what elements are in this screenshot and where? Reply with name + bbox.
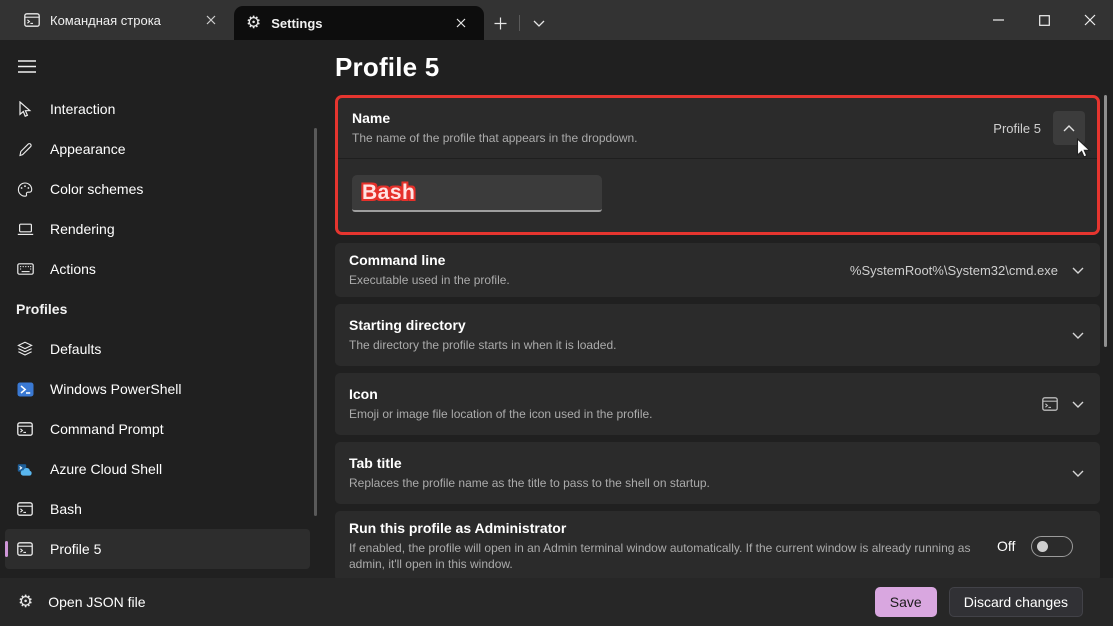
body: Interaction Appearance Color — [0, 40, 1113, 626]
sidebar-item-windows-powershell[interactable]: Windows PowerShell — [5, 369, 310, 409]
sidebar-item-rendering[interactable]: Rendering — [5, 209, 310, 249]
cmd-window-icon — [16, 542, 34, 556]
setting-label: Run this profile as Administrator — [349, 520, 997, 536]
sidebar-item-label: Interaction — [50, 101, 115, 117]
save-button[interactable]: Save — [875, 587, 937, 617]
setting-label: Tab title — [349, 455, 1072, 471]
tab-label: Командная строка — [50, 13, 188, 28]
sidebar-item-label: Command Prompt — [50, 421, 164, 437]
close-window-button[interactable] — [1067, 0, 1113, 40]
collapse-expander-button[interactable] — [1053, 111, 1085, 145]
sidebar-item-interaction[interactable]: Interaction — [5, 89, 310, 129]
palette-icon — [16, 182, 34, 197]
monitor-icon — [16, 222, 34, 236]
setting-description: Emoji or image file location of the icon… — [349, 406, 1042, 422]
sidebar-item-label: Azure Cloud Shell — [50, 461, 162, 477]
name-setting-card-highlighted: Name The name of the profile that appear… — [335, 95, 1100, 235]
sidebar-item-actions[interactable]: Actions — [5, 249, 310, 289]
sidebar-item-label: Windows PowerShell — [50, 381, 182, 397]
powershell-icon — [16, 382, 34, 397]
footer-bar: ⚙ Open JSON file Save Discard changes — [0, 578, 1113, 626]
chevron-down-icon[interactable] — [1072, 267, 1084, 274]
setting-description: The name of the profile that appears in … — [352, 130, 993, 146]
profiles-section-header: Profiles — [0, 289, 320, 329]
azure-cloud-icon — [16, 462, 34, 477]
sidebar-item-bash[interactable]: Bash — [5, 489, 310, 529]
sidebar-item-label: Appearance — [50, 141, 126, 157]
setting-row-icon[interactable]: Icon Emoji or image file location of the… — [335, 373, 1100, 435]
selection-indicator — [5, 541, 8, 557]
chevron-down-icon[interactable] — [1072, 401, 1084, 408]
sidebar-item-azure-cloud-shell[interactable]: Azure Cloud Shell — [5, 449, 310, 489]
setting-label: Icon — [349, 386, 1042, 402]
layers-icon — [16, 341, 34, 357]
sidebar-item-label: Profile 5 — [50, 541, 101, 557]
setting-row-command-line[interactable]: Command line Executable used in the prof… — [335, 243, 1100, 297]
hamburger-menu-button[interactable] — [8, 48, 46, 84]
pointer-icon — [16, 101, 34, 118]
keyboard-icon — [16, 263, 34, 275]
icon-preview-cmd-icon — [1042, 397, 1058, 411]
setting-current-value: Profile 5 — [993, 121, 1041, 136]
pen-icon — [16, 142, 34, 157]
sidebar-nav: Interaction Appearance Color — [0, 89, 320, 569]
sidebar-item-appearance[interactable]: Appearance — [5, 129, 310, 169]
name-expander-header[interactable]: Name The name of the profile that appear… — [338, 98, 1097, 158]
tab-strip: Командная строка ⚙ Settings — [0, 0, 975, 40]
windows-terminal-settings-window: Командная строка ⚙ Settings — [0, 0, 1113, 626]
tab-label: Settings — [271, 16, 438, 31]
setting-description: Executable used in the profile. — [349, 272, 850, 288]
typed-text-annotation: Bash — [362, 181, 415, 205]
title-bar: Командная строка ⚙ Settings — [0, 0, 1113, 40]
content-scrollbar[interactable] — [1104, 95, 1107, 347]
sidebar-item-label: Rendering — [50, 221, 115, 237]
cmd-window-icon — [16, 502, 34, 516]
settings-sidebar: Interaction Appearance Color — [0, 40, 320, 626]
tab-command-prompt[interactable]: Командная строка — [12, 0, 234, 40]
profile-dropdown-button[interactable] — [525, 10, 553, 36]
new-tab-button[interactable] — [486, 10, 514, 36]
maximize-button[interactable] — [1021, 0, 1067, 40]
sidebar-item-label: Actions — [50, 261, 96, 277]
setting-row-starting-directory[interactable]: Starting directory The directory the pro… — [335, 304, 1100, 366]
open-json-file-label: Open JSON file — [48, 594, 145, 610]
sidebar-scrollbar[interactable] — [314, 128, 317, 516]
tabbar-separator — [519, 15, 520, 31]
profile-name-input[interactable]: Bash — [352, 175, 602, 212]
setting-label: Starting directory — [349, 317, 1072, 333]
sidebar-item-color-schemes[interactable]: Color schemes — [5, 169, 310, 209]
page-title: Profile 5 — [335, 52, 1100, 83]
gear-icon: ⚙ — [18, 594, 33, 611]
gear-icon: ⚙ — [246, 15, 261, 32]
setting-row-run-as-admin[interactable]: Run this profile as Administrator If ena… — [335, 511, 1100, 581]
window-controls — [975, 0, 1113, 40]
sidebar-item-label: Bash — [50, 501, 82, 517]
chevron-down-icon[interactable] — [1072, 332, 1084, 339]
open-json-file-button[interactable]: ⚙ Open JSON file — [18, 594, 146, 611]
tab-close-icon[interactable] — [198, 8, 224, 32]
setting-label: Name — [352, 110, 993, 126]
toggle-knob — [1037, 541, 1048, 552]
setting-current-value: %SystemRoot%\System32\cmd.exe — [850, 263, 1058, 278]
chevron-down-icon[interactable] — [1072, 470, 1084, 477]
sidebar-item-label: Defaults — [50, 341, 101, 357]
admin-toggle-switch[interactable] — [1031, 536, 1073, 557]
tab-close-icon[interactable] — [448, 11, 474, 35]
setting-description: Replaces the profile name as the title t… — [349, 475, 1072, 491]
setting-label: Command line — [349, 252, 850, 268]
toggle-state-label: Off — [997, 538, 1015, 554]
sidebar-item-defaults[interactable]: Defaults — [5, 329, 310, 369]
setting-description: If enabled, the profile will open in an … — [349, 540, 997, 572]
setting-description: The directory the profile starts in when… — [349, 337, 1072, 353]
setting-row-tab-title[interactable]: Tab title Replaces the profile name as t… — [335, 442, 1100, 504]
sidebar-item-command-prompt[interactable]: Command Prompt — [5, 409, 310, 449]
sidebar-item-label: Color schemes — [50, 181, 143, 197]
cmd-window-icon — [16, 422, 34, 436]
minimize-button[interactable] — [975, 0, 1021, 40]
sidebar-item-profile-5[interactable]: Profile 5 — [5, 529, 310, 569]
settings-main-pane: Profile 5 Name The name of the profile t… — [320, 40, 1113, 626]
cmd-window-icon — [24, 13, 40, 27]
tab-settings[interactable]: ⚙ Settings — [234, 6, 484, 40]
discard-changes-button[interactable]: Discard changes — [949, 587, 1083, 617]
